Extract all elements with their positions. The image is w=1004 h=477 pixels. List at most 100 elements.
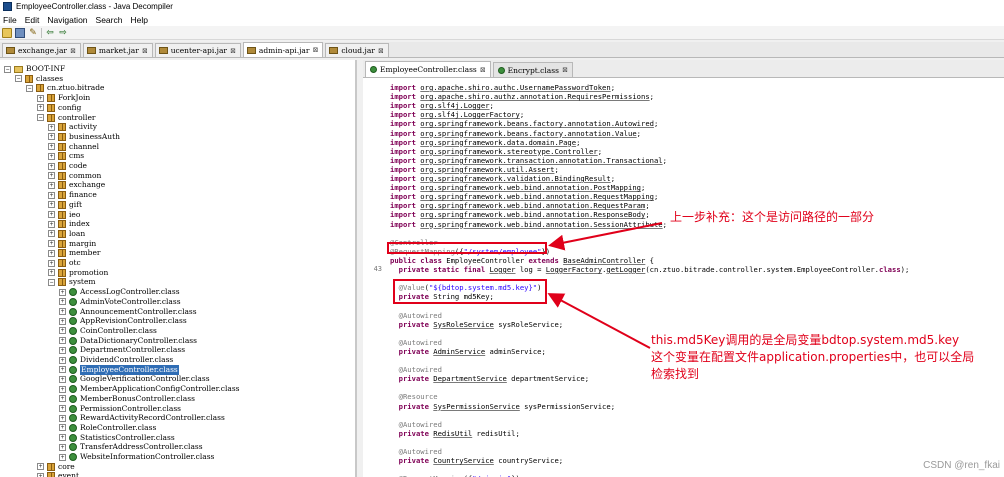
forward-arrow-icon[interactable]: ⇨ bbox=[58, 28, 68, 38]
expand-icon[interactable]: + bbox=[59, 317, 66, 325]
close-icon[interactable]: ⊠ bbox=[562, 66, 568, 74]
tree-item-package[interactable]: + promotion bbox=[48, 268, 108, 278]
tree-item-package[interactable]: + ieo bbox=[48, 210, 80, 220]
tree-item-class[interactable]: + CoinController.class bbox=[59, 326, 157, 336]
close-icon[interactable]: ⊠ bbox=[378, 47, 384, 55]
tree-item-class[interactable]: + DepartmentController.class bbox=[59, 345, 185, 355]
tree-item-package[interactable]: + cms bbox=[48, 151, 84, 161]
expand-icon[interactable]: + bbox=[48, 191, 55, 199]
menu-edit[interactable]: Edit bbox=[25, 15, 40, 25]
collapse-icon[interactable]: − bbox=[26, 84, 33, 92]
expand-icon[interactable]: + bbox=[48, 172, 55, 180]
tree-item-package[interactable]: + gift bbox=[48, 200, 82, 210]
expand-icon[interactable]: + bbox=[37, 472, 44, 477]
expand-icon[interactable]: + bbox=[59, 395, 66, 403]
expand-icon[interactable]: + bbox=[48, 201, 55, 209]
collapse-icon[interactable]: − bbox=[15, 75, 22, 83]
tree-item-package[interactable]: + config bbox=[37, 103, 81, 113]
collapse-icon[interactable]: − bbox=[48, 278, 55, 286]
tree-item-class[interactable]: + AdminVoteController.class bbox=[59, 297, 181, 307]
expand-icon[interactable]: + bbox=[48, 211, 55, 218]
expand-icon[interactable]: + bbox=[48, 259, 55, 267]
jar-tab-market-jar[interactable]: market.jar ⊠ bbox=[82, 43, 153, 57]
tree-item-package[interactable]: − cn.ztuo.bitrade bbox=[26, 83, 105, 93]
jar-tab-ucenter-api-jar[interactable]: ucenter-api.jar ⊠ bbox=[154, 43, 241, 57]
expand-icon[interactable]: + bbox=[59, 405, 66, 412]
tree-item-class[interactable]: + AnnouncementController.class bbox=[59, 307, 197, 317]
tree-item-package[interactable]: + margin bbox=[48, 239, 96, 249]
menu-search[interactable]: Search bbox=[96, 15, 123, 25]
close-icon[interactable]: ⊠ bbox=[70, 47, 76, 55]
tree-item-class[interactable]: + StatisticsController.class bbox=[59, 433, 175, 443]
tree-item-package[interactable]: − controller bbox=[37, 113, 95, 123]
tree-item-package[interactable]: + ForkJoin bbox=[37, 93, 90, 103]
expand-icon[interactable]: + bbox=[48, 123, 55, 131]
jar-tab-admin-api-jar[interactable]: admin-api.jar ⊠ bbox=[242, 42, 324, 57]
tree-item-package[interactable]: + member bbox=[48, 248, 101, 258]
expand-icon[interactable]: + bbox=[48, 162, 55, 170]
jar-tab-cloud-jar[interactable]: cloud.jar ⊠ bbox=[325, 43, 389, 57]
expand-icon[interactable]: + bbox=[59, 298, 66, 306]
tree-item-class[interactable]: + DataDictionaryController.class bbox=[59, 336, 197, 346]
file-tab-employeecontroller-class[interactable]: EmployeeController.class ⊠ bbox=[365, 61, 491, 77]
expand-icon[interactable]: + bbox=[59, 434, 66, 442]
close-icon[interactable]: ⊠ bbox=[142, 47, 148, 55]
tree-item-package[interactable]: − system bbox=[48, 277, 96, 287]
menu-navigation[interactable]: Navigation bbox=[47, 15, 87, 25]
tree-item-package[interactable]: + index bbox=[48, 219, 90, 229]
expand-icon[interactable]: + bbox=[48, 133, 55, 141]
close-icon[interactable]: ⊠ bbox=[480, 66, 486, 74]
expand-icon[interactable]: + bbox=[59, 443, 66, 451]
expand-icon[interactable]: + bbox=[37, 104, 44, 112]
back-arrow-icon[interactable]: ⇦ bbox=[45, 28, 55, 38]
tree-item-package[interactable]: + exchange bbox=[48, 180, 105, 190]
tree-item-package[interactable]: + finance bbox=[48, 190, 97, 200]
expand-icon[interactable]: + bbox=[48, 220, 55, 228]
close-icon[interactable]: ⊠ bbox=[312, 46, 318, 54]
tree-item-package[interactable]: + code bbox=[48, 161, 87, 171]
expand-icon[interactable]: + bbox=[59, 375, 66, 383]
tree-item-class[interactable]: + DividendController.class bbox=[59, 355, 173, 365]
expand-icon[interactable]: + bbox=[59, 337, 66, 345]
expand-icon[interactable]: + bbox=[59, 414, 66, 422]
expand-icon[interactable]: + bbox=[59, 327, 66, 335]
tree-item-package[interactable]: + otc bbox=[48, 258, 81, 268]
close-icon[interactable]: ⊠ bbox=[230, 47, 236, 55]
menu-help[interactable]: Help bbox=[130, 15, 147, 25]
tree-item-class[interactable]: + RewardActivityRecordController.class bbox=[59, 413, 225, 423]
tree-item-package[interactable]: − BOOT-INF bbox=[4, 64, 65, 74]
tree-item-package[interactable]: + loan bbox=[48, 229, 85, 239]
save-icon[interactable] bbox=[15, 27, 25, 38]
expand-icon[interactable]: + bbox=[37, 463, 44, 471]
expand-icon[interactable]: + bbox=[48, 249, 55, 257]
tree-item-class[interactable]: + AppRevisionController.class bbox=[59, 316, 187, 326]
tree-item-package[interactable]: + core bbox=[37, 462, 75, 472]
expand-icon[interactable]: + bbox=[48, 230, 55, 238]
tree-item-class[interactable]: + TransferAddressController.class bbox=[59, 442, 203, 452]
expand-icon[interactable]: + bbox=[59, 346, 66, 354]
tree-item-class[interactable]: + PermissionController.class bbox=[59, 404, 181, 414]
expand-icon[interactable]: + bbox=[37, 94, 44, 102]
tree-item-class[interactable]: + GoogleVerificationController.class bbox=[59, 374, 210, 384]
folder-open-icon[interactable] bbox=[2, 27, 12, 38]
collapse-icon[interactable]: − bbox=[37, 114, 44, 121]
tree-item-package[interactable]: + channel bbox=[48, 142, 99, 152]
tree-item-package[interactable]: + common bbox=[48, 171, 101, 181]
tree-item-class[interactable]: + WebsiteInformationController.class bbox=[59, 452, 214, 462]
wand-icon[interactable]: ✎ bbox=[28, 28, 38, 38]
tree-item-package[interactable]: + event bbox=[37, 471, 79, 477]
tree-item-class[interactable]: + MemberApplicationConfigController.class bbox=[59, 384, 240, 394]
expand-icon[interactable]: + bbox=[59, 356, 66, 364]
code-view[interactable]: import org.apache.shiro.authc.UsernamePa… bbox=[363, 79, 1004, 477]
tree-item-package[interactable]: − classes bbox=[15, 74, 63, 84]
menu-file[interactable]: File bbox=[3, 15, 17, 25]
collapse-icon[interactable]: − bbox=[4, 65, 11, 73]
file-tab-encrypt-class[interactable]: Encrypt.class ⊠ bbox=[492, 62, 573, 77]
expand-icon[interactable]: + bbox=[48, 181, 55, 189]
expand-icon[interactable]: + bbox=[48, 240, 55, 248]
expand-icon[interactable]: + bbox=[59, 366, 66, 374]
tree-item-class[interactable]: + EmployeeController.class bbox=[59, 364, 179, 375]
tree-item-package[interactable]: + activity bbox=[48, 122, 97, 132]
tree-item-class[interactable]: + RoleController.class bbox=[59, 423, 156, 433]
tree-item-class[interactable]: + AccessLogController.class bbox=[59, 287, 180, 297]
